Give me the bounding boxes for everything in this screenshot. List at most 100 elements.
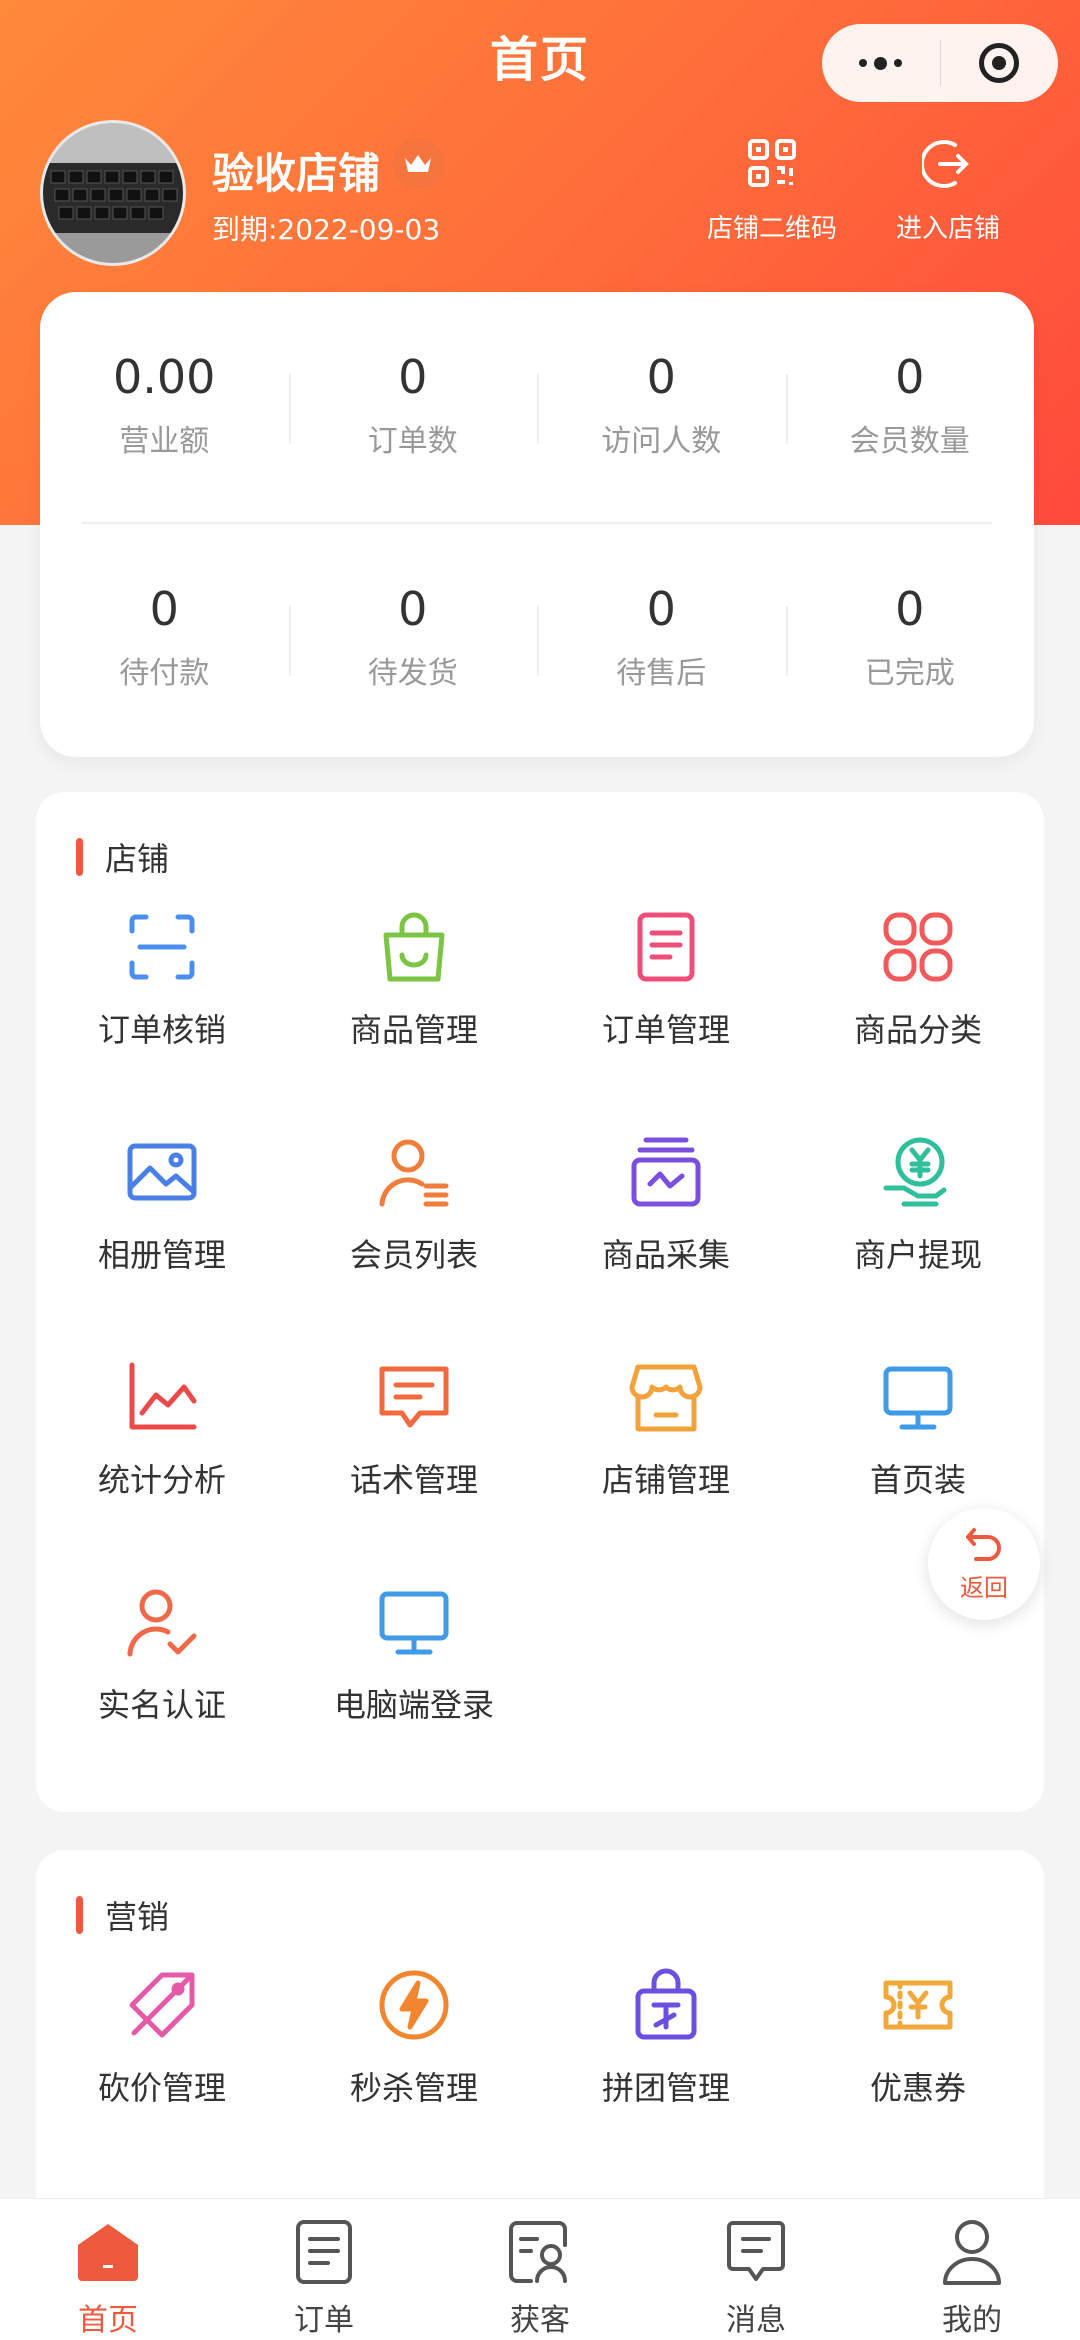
shop-section: 店铺 订单核销 商品管理 订单管理 商品分类相册管理 会员列表 商品采集 商户提现统计分析 话… [36,792,1044,1812]
shopping-bag-icon [374,907,454,987]
return-label: 返回 [960,1574,1008,1602]
tab-orders[interactable]: 订单 [216,2199,432,2340]
close-mini-program-button[interactable] [941,24,1059,102]
crown-icon [392,138,444,190]
store-qr-button[interactable]: 店铺二维码 [692,138,852,245]
shop-item-desktop[interactable]: 电脑端登录 [288,1582,540,1807]
shop-section-title: 店铺 [105,840,170,878]
bottom-tab-bar: 首页 订单 获客 消息 我的 [0,2198,1080,2340]
shop-item-label: 店铺管理 [601,1461,730,1499]
shop-item-label: 会员列表 [349,1236,478,1274]
desktop-icon [374,1582,454,1662]
marketing-item-price-cut[interactable]: 砍价管理 [36,1965,288,2190]
stat-pending-payment[interactable]: 0 待付款 [40,576,289,726]
chart-icon [122,1357,202,1437]
stat-visitors[interactable]: 0 访问人数 [537,344,786,494]
shop-item-chart[interactable]: 统计分析 [36,1357,288,1582]
tab-messages-label: 消息 [726,2303,786,2338]
member-icon [374,1132,454,1212]
shop-item-label: 商户提现 [853,1236,982,1274]
shop-item-member[interactable]: 会员列表 [288,1132,540,1357]
shop-item-label: 首页装 [869,1461,966,1499]
stat-revenue[interactable]: 0.00 营业额 [40,344,289,494]
tab-home[interactable]: 首页 [0,2199,216,2340]
marketing-item-flash[interactable]: 秒杀管理 [288,1965,540,2190]
avatar[interactable] [40,120,186,266]
verify-user-icon [122,1582,202,1662]
target-icon [979,43,1020,83]
expire-date: 到期:2022-09-03 [212,213,441,246]
shop-item-label: 商品采集 [601,1236,730,1274]
marketing-section-header: 营销 [76,1892,169,1938]
document-icon [626,907,706,987]
collect-icon [626,1132,706,1212]
shop-item-document[interactable]: 订单管理 [540,907,792,1132]
group-buy-icon [626,1965,706,2045]
scan-icon [122,907,202,987]
shop-item-label: 订单管理 [601,1011,730,1049]
shop-item-label: 实名认证 [97,1686,226,1724]
message-icon [374,1357,454,1437]
tab-customers-label: 获客 [510,2303,570,2338]
marketing-section: 营销 砍价管理 秒杀管理 拼团管理 优惠券 [36,1850,1044,2250]
store-qr-label: 店铺二维码 [706,214,837,244]
shop-item-label: 订单核销 [97,1011,226,1049]
order-icon [216,2213,432,2291]
price-cut-icon [122,1965,202,2045]
user-icon [864,2213,1080,2291]
stats-row-orders: 0 待付款 0 待发货 0 待售后 0 已完成 [40,576,1034,726]
shop-item-label: 统计分析 [97,1461,226,1499]
mini-program-capsule [822,24,1058,102]
store-name: 验收店铺 [212,149,381,198]
stats-row-overview: 0.00 营业额 0 订单数 0 访问人数 0 会员数量 [40,344,1034,494]
shop-item-store[interactable]: 店铺管理 [540,1357,792,1582]
store-icon [626,1357,706,1437]
tab-profile[interactable]: 我的 [864,2199,1080,2340]
more-dots-icon [859,56,903,70]
marketing-item-coupon[interactable]: 优惠券 [792,1965,1044,2190]
stat-pending-shipment[interactable]: 0 待发货 [288,576,538,726]
return-button[interactable]: 返回 [928,1508,1040,1620]
tab-home-label: 首页 [78,2303,138,2338]
stat-orders[interactable]: 0 订单数 [288,344,538,494]
qr-code-icon [692,138,852,194]
shop-item-album[interactable]: 相册管理 [36,1132,288,1357]
message-icon [648,2213,864,2291]
shop-item-shopping-bag[interactable]: 商品管理 [288,907,540,1132]
shop-item-message[interactable]: 话术管理 [288,1357,540,1582]
more-button[interactable] [822,24,940,102]
undo-icon [928,1522,1040,1568]
tab-profile-label: 我的 [942,2303,1002,2338]
marketing-item-group-buy[interactable]: 拼团管理 [540,1965,792,2190]
category-icon [878,907,958,987]
shop-item-category[interactable]: 商品分类 [792,907,1044,1132]
shop-item-label: 话术管理 [349,1461,478,1499]
withdraw-icon [878,1132,958,1212]
album-icon [122,1132,202,1212]
shop-item-collect[interactable]: 商品采集 [540,1132,792,1357]
stats-card: 0.00 营业额 0 订单数 0 访问人数 0 会员数量 0 待付款 0 待发货… [40,292,1034,757]
marketing-item-label: 优惠券 [869,2069,966,2107]
shop-item-label: 电脑端登录 [333,1686,494,1724]
home-icon [0,2213,216,2291]
stat-members[interactable]: 0 会员数量 [785,344,1035,494]
coupon-icon [878,1965,958,2045]
tab-customers[interactable]: 获客 [432,2199,648,2340]
stat-after-sales[interactable]: 0 待售后 [537,576,786,726]
shop-item-verify-user[interactable]: 实名认证 [36,1582,288,1807]
stat-completed[interactable]: 0 已完成 [785,576,1035,726]
shop-item-withdraw[interactable]: 商户提现 [792,1132,1044,1357]
marketing-item-label: 拼团管理 [601,2069,730,2107]
enter-store-button[interactable]: 进入店铺 [868,138,1028,245]
shop-item-label: 商品管理 [349,1011,478,1049]
customer-acquisition-icon [432,2213,648,2291]
tab-messages[interactable]: 消息 [648,2199,864,2340]
shop-item-scan[interactable]: 订单核销 [36,907,288,1132]
monitor-icon [878,1357,958,1437]
stats-divider [82,522,992,524]
enter-store-label: 进入店铺 [895,214,1000,244]
flash-icon [374,1965,454,2045]
marketing-item-label: 砍价管理 [97,2069,226,2107]
marketing-item-label: 秒杀管理 [349,2069,478,2107]
shop-section-header: 店铺 [76,834,169,880]
